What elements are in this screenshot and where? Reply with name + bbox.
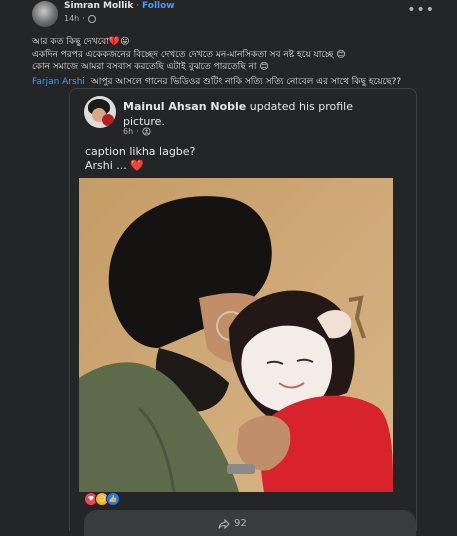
mention-text: আপুর আসলে গানের ভিডিওর শুটিং নাকি সত্যি … <box>90 77 402 87</box>
avatar-red <box>102 114 114 126</box>
shared-author-name[interactable]: Mainul Ahsan Noble <box>123 100 246 113</box>
mention-link[interactable]: Farjan Arshi <box>32 77 85 87</box>
author-avatar[interactable] <box>32 1 58 27</box>
shared-post-meta: 6h · <box>123 127 151 136</box>
share-button[interactable]: 92 <box>218 518 247 529</box>
share-bar <box>84 510 416 536</box>
post-header: Simran Mollik · Follow 14h · ••• <box>0 0 457 30</box>
separator-dot: · <box>136 127 139 136</box>
post-text-line-3: কোন সমাজে আমরা বসবাস করতেছি এটাই বুঝতে প… <box>32 62 269 72</box>
separator-dot: · <box>133 1 142 11</box>
follow-button[interactable]: Follow <box>142 1 175 11</box>
caption-line-1: caption likha lagbe? <box>85 145 196 158</box>
more-options-icon[interactable]: ••• <box>407 2 435 18</box>
like-reaction-icon: 👍 <box>106 492 120 506</box>
heart-icon: ❤️ <box>130 159 144 172</box>
caption-text: Arshi ... <box>85 159 127 172</box>
author-line: Simran Mollik · Follow <box>64 1 175 11</box>
profile-photo[interactable] <box>79 178 393 492</box>
post-time[interactable]: 14h <box>64 14 79 23</box>
photo-illustration <box>79 178 393 492</box>
share-count: 92 <box>234 518 247 529</box>
author-name[interactable]: Simran Mollik <box>64 1 133 11</box>
friends-icon <box>142 127 151 136</box>
post-text-line-4: Farjan Arshi আপুর আসলে গানের ভিডিওর শুটিং… <box>32 74 401 89</box>
share-icon <box>218 518 230 529</box>
globe-icon <box>87 14 96 23</box>
shared-post-time[interactable]: 6h <box>123 127 133 136</box>
separator-dot: · <box>82 14 85 23</box>
caption-line-2: Arshi ... ❤️ <box>85 159 144 172</box>
reaction-icons[interactable]: ♥ ☺ 👍 <box>84 492 120 506</box>
shared-author-avatar[interactable] <box>84 96 116 128</box>
shared-post-title: Mainul Ahsan Noble updated his profile p… <box>123 99 373 129</box>
post-meta: 14h · <box>64 14 96 23</box>
